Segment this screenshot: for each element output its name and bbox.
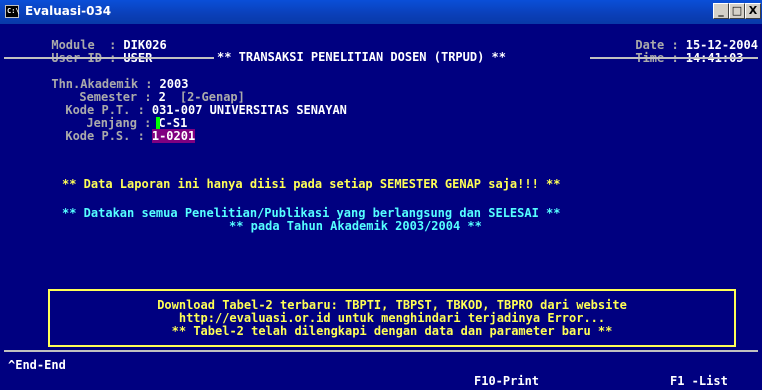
date-row: Date :15-12-2004 [592, 26, 758, 52]
maximize-button[interactable]: □ [729, 3, 745, 19]
kode-ps-value-rest: -0201 [159, 129, 196, 143]
message-line-3: ** pada Tahun Akademik 2003/2004 ** [229, 219, 482, 233]
screen-title: ** TRANSAKSI PENELITIAN DOSEN (TRPUD) ** [217, 50, 506, 64]
window-title: Evaluasi-034 [25, 4, 112, 18]
title-bar[interactable]: C:\ Evaluasi-034 _ □ X [0, 0, 762, 24]
console-app-icon[interactable]: C:\ [5, 5, 20, 18]
header-divider-left [4, 57, 214, 59]
message-line-1: ** Data Laporan ini hanya diisi pada set… [62, 177, 561, 191]
footer-divider [4, 350, 758, 352]
kode-ps-row: Kode P.S. : 1-0201 [22, 117, 196, 143]
module-row: Module : DIK026 [8, 26, 166, 52]
user-row: User ID : USER [8, 39, 152, 65]
end-key-hint[interactable]: ^End-End [8, 359, 66, 372]
semester-row: Semester :2 [2-Genap] [36, 78, 245, 104]
download-notice-box: Download Tabel-2 terbaru: TBPTI, TBPST, … [48, 289, 736, 347]
list-key-hint[interactable]: F1 -List [670, 375, 728, 388]
console-screen[interactable]: Module : DIK026 User ID : USER Date :15-12… [0, 24, 762, 390]
print-key-hint[interactable]: F10-Print [474, 375, 539, 388]
kode-ps-label: Kode P.S. : [65, 129, 145, 143]
kode-ps-value-first: 1 [151, 129, 160, 143]
minimize-button[interactable]: _ [713, 3, 729, 19]
thn-akademik-row: Thn.Akademik :2003 [8, 65, 188, 91]
text-cursor [156, 117, 160, 129]
kode-ps-input[interactable]: 1-0201 [151, 129, 196, 143]
jenjang-row: Jenjang : C-S1 [43, 104, 187, 130]
kode-pt-row: Kode P.T. :031-007 UNIVERSITAS SENAYAN [22, 91, 347, 117]
console-window: C:\ Evaluasi-034 _ □ X Module : DIK026 Us… [0, 0, 762, 390]
close-button[interactable]: X [745, 3, 761, 19]
notice-line-3: ** Tabel-2 telah dilengkapi dengan data … [171, 324, 613, 338]
time-row: Time :14:41:03 [592, 39, 743, 65]
header-divider-right [590, 57, 758, 59]
